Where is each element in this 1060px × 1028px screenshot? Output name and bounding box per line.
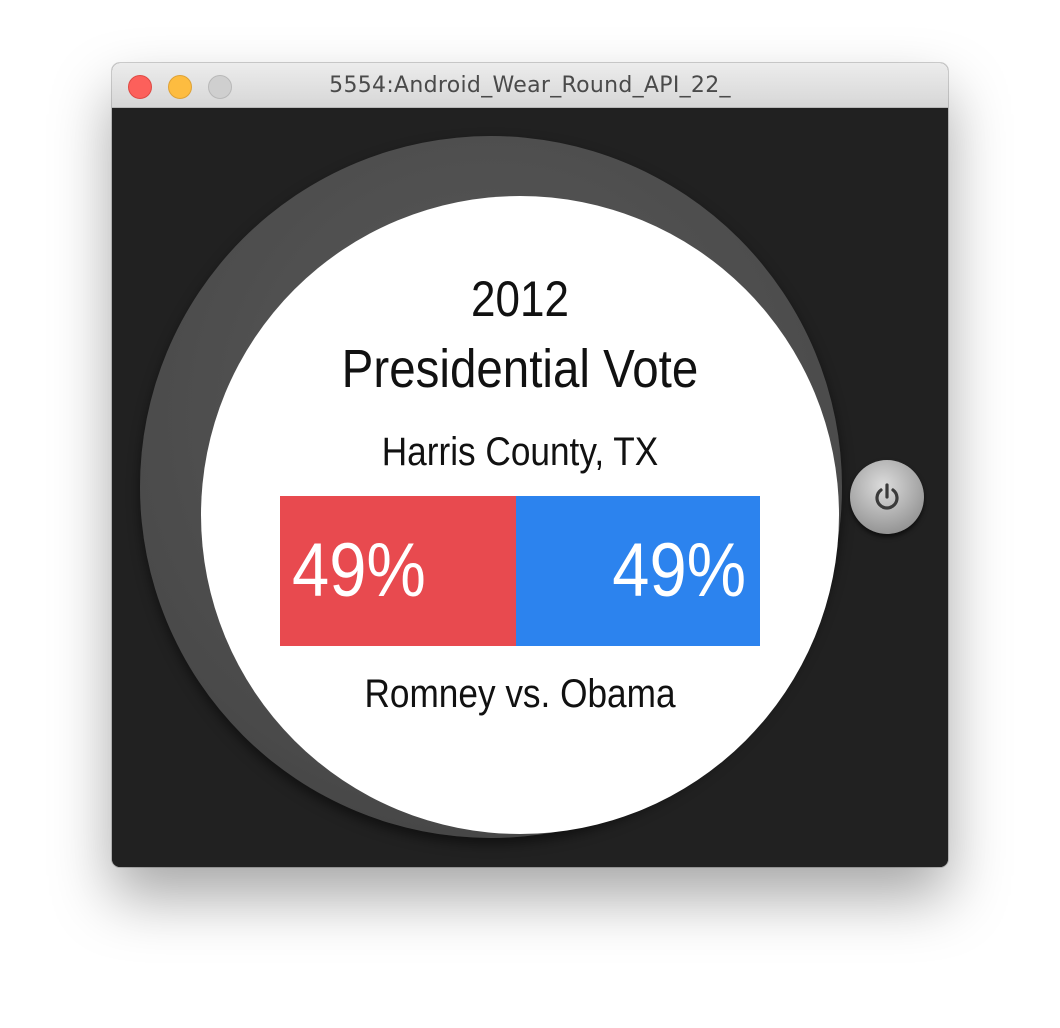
emulator-window: 5554:Android_Wear_Round_API_22_ 2012 Pre… <box>112 63 948 867</box>
watch-face[interactable]: 2012 Presidential Vote Harris County, TX… <box>201 196 839 834</box>
vote-heading: Presidential Vote <box>341 339 699 399</box>
obama-percent: 49% <box>612 528 746 613</box>
vote-share-bar: 49% 49% <box>280 496 760 646</box>
romney-percent: 49% <box>292 528 426 613</box>
matchup-label: Romney vs. Obama <box>364 672 676 716</box>
power-icon <box>875 483 899 510</box>
year-label: 2012 <box>471 271 569 327</box>
window-title: 5554:Android_Wear_Round_API_22_ <box>329 73 731 98</box>
watch-bezel: 2012 Presidential Vote Harris County, TX… <box>140 136 842 838</box>
power-button[interactable] <box>850 460 924 534</box>
obama-share-segment: 49% <box>516 496 760 646</box>
title-bar[interactable]: 5554:Android_Wear_Round_API_22_ <box>112 63 948 108</box>
emulator-screen: 2012 Presidential Vote Harris County, TX… <box>112 108 948 867</box>
romney-share-segment: 49% <box>280 496 516 646</box>
county-label: Harris County, TX <box>381 430 659 474</box>
